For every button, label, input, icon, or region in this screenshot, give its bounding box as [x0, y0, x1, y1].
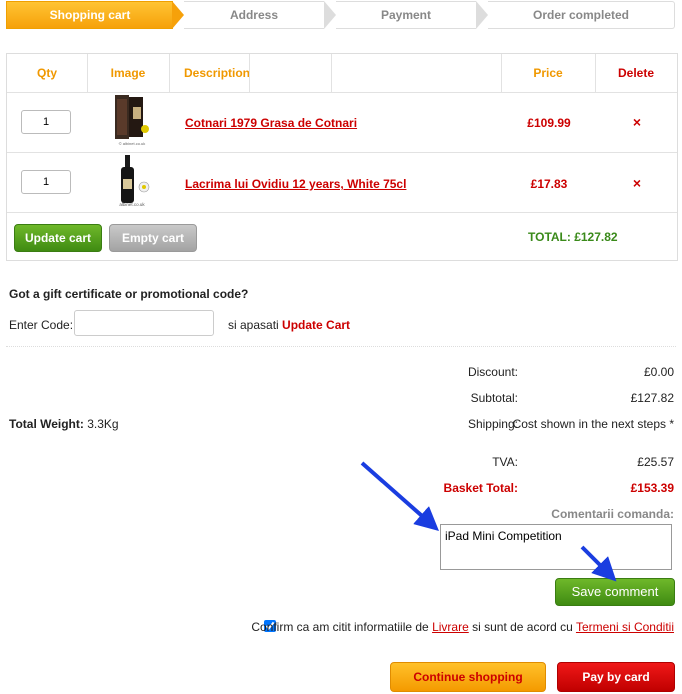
annotation-arrows — [360, 461, 617, 582]
quantity-input[interactable] — [21, 170, 71, 194]
continue-shopping-button[interactable]: Continue shopping — [390, 662, 546, 692]
watermark: albinet.co.uk — [119, 202, 145, 207]
cart-total: TOTAL: £127.82 — [528, 230, 618, 244]
subtotal-label: Subtotal: — [470, 391, 518, 405]
update-cart-button[interactable]: Update cart — [14, 224, 102, 252]
column-divider — [331, 54, 332, 92]
shipping-label: Shipping: — [467, 417, 518, 431]
promo-note: si apasati Update Cart — [228, 318, 351, 332]
product-link[interactable]: Lacrima lui Ovidiu 12 years, White 75cl — [185, 177, 406, 191]
arrow-icon — [580, 545, 617, 582]
pay-by-card-button[interactable]: Pay by card — [557, 662, 675, 692]
step-payment[interactable]: Payment — [336, 1, 476, 29]
promo-code-input[interactable] — [74, 310, 214, 336]
checkout-steps: Shopping cart Address Payment Order comp… — [6, 1, 676, 29]
shipping-value: Cost shown in the next steps * — [512, 417, 674, 431]
step-arrow — [172, 1, 184, 29]
product-price: £109.99 — [527, 116, 571, 130]
header-price: Price — [533, 66, 563, 80]
livrare-link[interactable]: Livrare — [432, 620, 469, 634]
delete-icon[interactable]: × — [617, 175, 657, 191]
column-divider — [249, 54, 250, 92]
total-weight: Total Weight: 3.3Kg — [9, 417, 119, 431]
cart-table: Qty Image Description Price Delete © alb… — [6, 53, 678, 261]
product-link[interactable]: Cotnari 1979 Grasa de Cotnari — [185, 116, 357, 130]
header-image: Image — [110, 66, 146, 80]
step-arrow — [324, 1, 336, 29]
step-address[interactable]: Address — [184, 1, 324, 29]
promo-title: Got a gift certificate or promotional co… — [9, 287, 249, 301]
column-divider — [169, 54, 170, 92]
product-image-gift-box[interactable]: © albinet.co.uk — [107, 93, 157, 148]
divider — [6, 346, 676, 347]
quantity-input[interactable] — [21, 110, 71, 134]
update-cart-link[interactable]: Update Cart — [282, 318, 350, 332]
arrow-icon — [360, 461, 439, 531]
step-arrow — [476, 1, 488, 29]
confirm-text: Confirm ca am citit informatiile de Livr… — [251, 620, 674, 634]
discount-label: Discount: — [467, 365, 518, 379]
delete-icon[interactable]: × — [617, 114, 657, 130]
header-qty: Qty — [36, 66, 57, 80]
row-divider — [7, 212, 677, 213]
step-shopping-cart[interactable]: Shopping cart — [6, 1, 173, 29]
discount-value: £0.00 — [643, 365, 674, 379]
empty-cart-button[interactable]: Empty cart — [109, 224, 197, 252]
product-price: £17.83 — [530, 177, 568, 191]
watermark: © albinet.co.uk — [119, 141, 146, 146]
header-description: Description — [184, 66, 251, 80]
subtotal-value: £127.82 — [630, 391, 674, 405]
promo-label: Enter Code: — [9, 318, 74, 332]
header-delete: Delete — [617, 66, 655, 80]
product-image-wine-bottle[interactable]: albinet.co.uk — [107, 153, 157, 208]
terms-link[interactable]: Termeni si Conditii — [576, 620, 674, 634]
step-order-completed[interactable]: Order completed — [488, 1, 675, 29]
